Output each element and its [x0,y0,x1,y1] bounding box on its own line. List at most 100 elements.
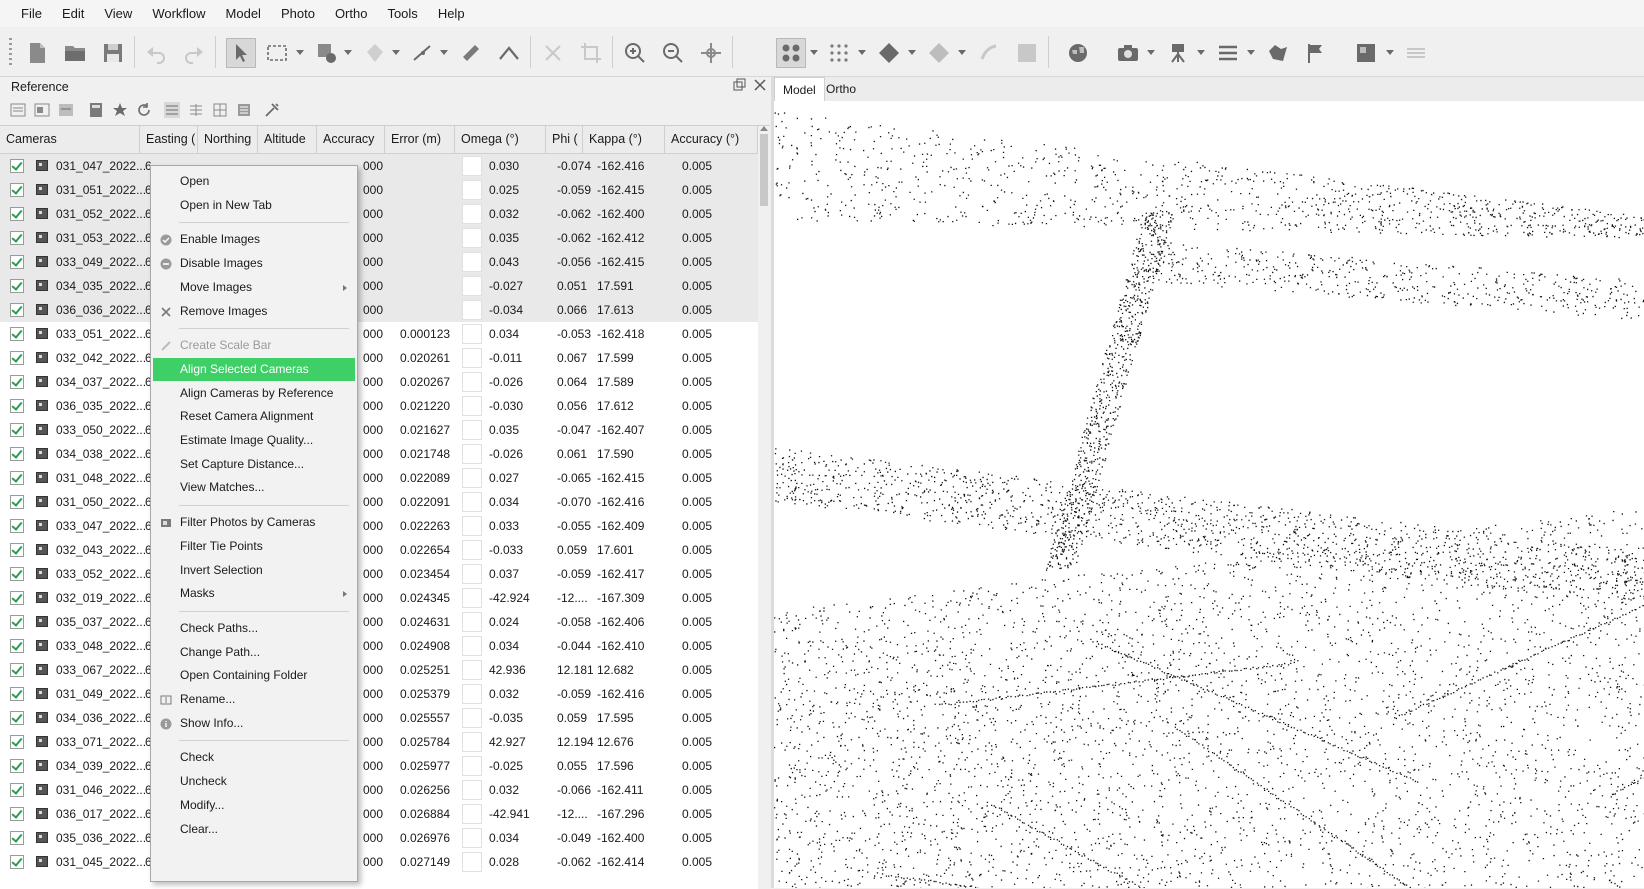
menu-model[interactable]: Model [216,0,271,27]
camera-enable-checkbox[interactable] [10,567,24,581]
scrollbar-thumb[interactable] [760,134,768,206]
zoom-in-icon[interactable] [622,40,648,66]
context-item-open-containing-folder[interactable]: Open Containing Folder [153,664,355,687]
omega-edit-box[interactable] [462,852,482,872]
table-row[interactable]: 035_036_2022... 6 000 0.026976 0.034 -0.049 -1… [0,826,758,850]
camera-enable-checkbox[interactable] [10,183,24,197]
omega-edit-box[interactable] [462,180,482,200]
ruler-line-icon[interactable] [410,40,436,66]
angle-icon[interactable] [496,40,522,66]
mesh-model-icon[interactable] [876,40,902,66]
point-cloud-icon[interactable] [776,38,806,68]
table-row[interactable]: 036_017_2022... 6 000 0.026884 -42.941 -12...… [0,802,758,826]
column-header-kappa[interactable]: Kappa (°) [583,126,665,153]
model-viewport[interactable] [774,101,1644,888]
float-panel-icon[interactable] [733,78,747,92]
context-item-show-info[interactable]: Show Info... [153,712,355,735]
context-item-set-capture-distance[interactable]: Set Capture Distance... [153,453,355,476]
omega-edit-box[interactable] [462,204,482,224]
table-row[interactable]: 031_052_2022... 6 000 0.032 -0.062 -162.400 0.… [0,202,758,226]
table-row[interactable]: 035_037_2022... 6 000 0.024631 0.024 -0.058 -1… [0,610,758,634]
omega-edit-box[interactable] [462,516,482,536]
omega-edit-box[interactable] [462,684,482,704]
camera-enable-checkbox[interactable] [10,543,24,557]
navigation-pointer-icon[interactable] [226,38,256,68]
column-header-cameras[interactable]: Cameras [0,126,140,153]
table-row[interactable]: 032_043_2022... 6 000 0.022654 -0.033 0.059 17… [0,538,758,562]
context-item-align-selected-cameras[interactable]: Align Selected Cameras [153,357,355,381]
camera-enable-checkbox[interactable] [10,327,24,341]
omega-edit-box[interactable] [462,708,482,728]
table-row[interactable]: 033_071_2022... 6 000 0.025784 42.927 12.194 1… [0,730,758,754]
context-item-filter-tie-points[interactable]: Filter Tie Points [153,535,355,558]
column-header-northing[interactable]: Northing [198,126,258,153]
omega-edit-box[interactable] [462,372,482,392]
omega-edit-box[interactable] [462,804,482,824]
dense-cloud-icon[interactable] [826,40,852,66]
camera-enable-checkbox[interactable] [10,807,24,821]
camera-enable-checkbox[interactable] [10,615,24,629]
zoom-out-icon[interactable] [660,40,686,66]
omega-edit-box[interactable] [462,756,482,776]
omega-edit-box[interactable] [462,492,482,512]
view-estimated-icon[interactable] [188,102,204,118]
column-header-phi[interactable]: Phi ( [546,126,583,153]
camera-enable-checkbox[interactable] [10,399,24,413]
draw-shape-icon[interactable] [314,40,340,66]
camera-enable-checkbox[interactable] [10,471,24,485]
camera-tripod-icon[interactable] [1165,40,1191,66]
column-header-accuracy[interactable]: Accuracy [317,126,385,153]
menu-view[interactable]: View [94,0,142,27]
context-item-change-path[interactable]: Change Path... [153,641,355,664]
camera-enable-checkbox[interactable] [10,495,24,509]
refresh-icon[interactable] [136,102,152,118]
camera-enable-checkbox[interactable] [10,207,24,221]
view-errors-icon[interactable] [212,102,228,118]
omega-edit-box[interactable] [462,564,482,584]
camera-icon[interactable] [1115,40,1141,66]
menu-edit[interactable]: Edit [52,0,94,27]
table-row[interactable]: 033_050_2022... 6 000 0.021627 0.035 -0.047 -1… [0,418,758,442]
camera-enable-checkbox[interactable] [10,279,24,293]
table-row[interactable]: 031_047_2022... 6 000 0.030 -0.074 -162.416 0.… [0,154,758,178]
menu-photo[interactable]: Photo [271,0,325,27]
omega-edit-box[interactable] [462,252,482,272]
list-icon[interactable] [1215,40,1241,66]
column-header-easting[interactable]: Easting ( [140,126,198,153]
ruler-icon[interactable] [458,40,484,66]
table-row[interactable]: 033_048_2022... 6 000 0.024908 0.034 -0.044 -1… [0,634,758,658]
omega-edit-box[interactable] [462,324,482,344]
transform-object-icon[interactable] [362,40,388,66]
context-item-disable-images[interactable]: Disable Images [153,252,355,275]
column-header-error[interactable]: Error (m) [385,126,455,153]
context-item-view-matches[interactable]: View Matches... [153,476,355,499]
table-row[interactable]: 032_019_2022... 6 000 0.024345 -42.924 -12...… [0,586,758,610]
table-row[interactable]: 034_036_2022... 6 000 0.025557 -0.035 0.059 17… [0,706,758,730]
camera-enable-checkbox[interactable] [10,591,24,605]
camera-enable-checkbox[interactable] [10,447,24,461]
texture-icon[interactable] [1014,40,1040,66]
table-row[interactable]: 033_051_2022... 6 000 0.000123 0.034 -0.053 -1… [0,322,758,346]
close-panel-icon[interactable] [753,78,767,92]
menu-tools[interactable]: Tools [377,0,427,27]
context-item-open[interactable]: Open [153,170,355,193]
menu-workflow[interactable]: Workflow [142,0,215,27]
omega-edit-box[interactable] [462,780,482,800]
calculator-icon[interactable] [88,102,104,118]
column-header-accuracy-deg[interactable]: Accuracy (°) [665,126,758,153]
table-row[interactable]: 034_038_2022... 6 000 0.021748 -0.026 0.061 17… [0,442,758,466]
camera-enable-checkbox[interactable] [10,519,24,533]
camera-enable-checkbox[interactable] [10,759,24,773]
table-row[interactable]: 033_067_2022... 6 000 0.025251 42.936 12.181 1… [0,658,758,682]
camera-enable-checkbox[interactable] [10,783,24,797]
table-row[interactable]: 033_049_2022... 6 000 0.043 -0.056 -162.415 0.… [0,250,758,274]
markers-flag-icon[interactable] [1303,40,1329,66]
context-item-remove-images[interactable]: Remove Images [153,300,355,323]
camera-enable-checkbox[interactable] [10,231,24,245]
camera-enable-checkbox[interactable] [10,303,24,317]
table-row[interactable]: 031_051_2022... 6 000 0.025 -0.059 -162.415 0.… [0,178,758,202]
menu-ortho[interactable]: Ortho [325,0,378,27]
omega-edit-box[interactable] [462,588,482,608]
omega-edit-box[interactable] [462,828,482,848]
omega-edit-box[interactable] [462,444,482,464]
